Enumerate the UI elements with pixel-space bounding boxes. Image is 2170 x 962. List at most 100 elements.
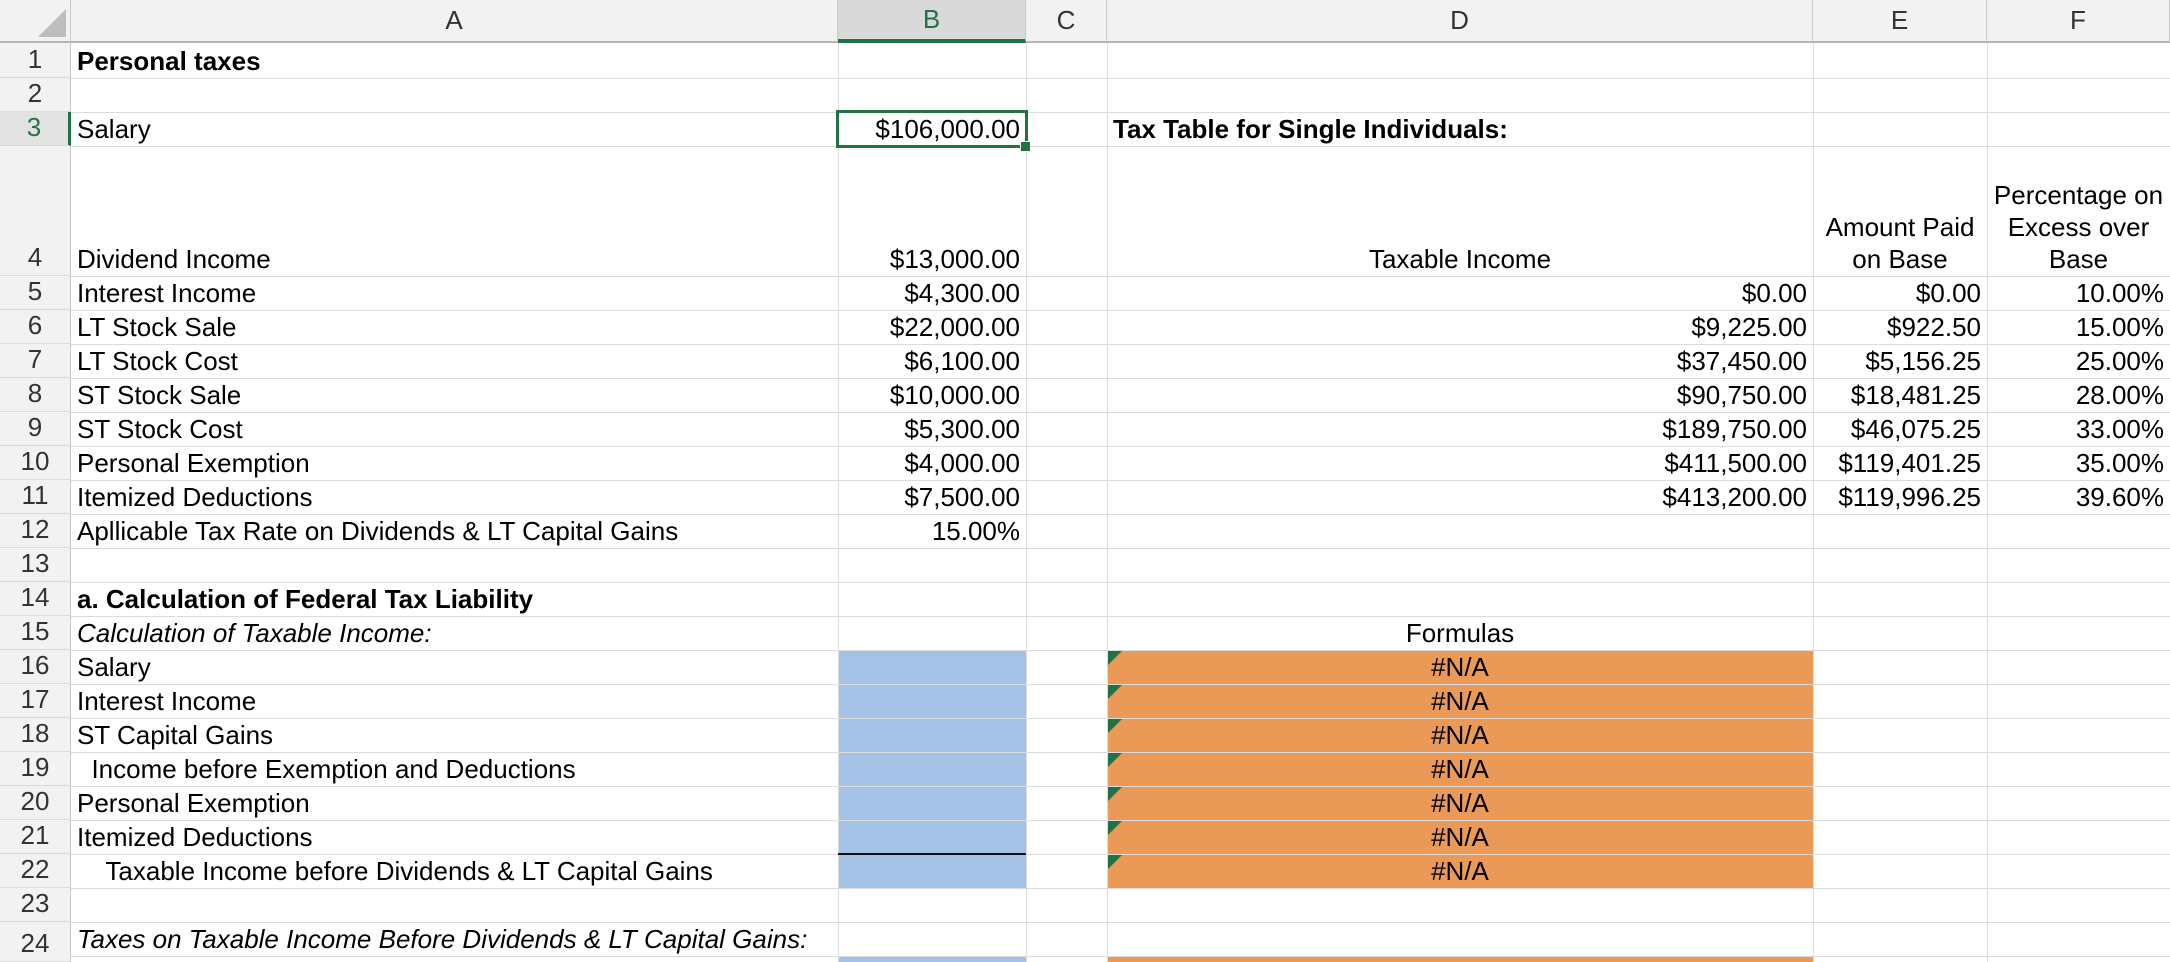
cell-a1[interactable]: Personal taxes (71, 43, 838, 78)
fill-handle[interactable] (1020, 141, 1031, 152)
tax-base[interactable]: $0.00 (1813, 276, 1987, 310)
row-header-14[interactable]: 14 (0, 582, 71, 616)
cell-a10[interactable]: Personal Exemption (71, 446, 838, 480)
row-header-20[interactable]: 20 (0, 786, 71, 820)
error-indicator-icon[interactable] (1108, 651, 1122, 665)
tax-income[interactable]: $0.00 (1107, 276, 1813, 310)
cell-b5[interactable]: $4,300.00 (838, 276, 1026, 310)
tax-base[interactable]: $46,075.25 (1813, 412, 1987, 446)
cell-b9[interactable]: $5,300.00 (838, 412, 1026, 446)
row-header-5[interactable]: 5 (0, 276, 71, 310)
column-header-d[interactable]: D (1107, 0, 1813, 43)
cell-a20[interactable]: Personal Exemption (71, 786, 838, 820)
row-header-19[interactable]: 19 (0, 752, 71, 786)
row-header-8[interactable]: 8 (0, 378, 71, 412)
cell-b7[interactable]: $6,100.00 (838, 344, 1026, 378)
cell-a14[interactable]: a. Calculation of Federal Tax Liability (71, 582, 838, 616)
row-header-18[interactable]: 18 (0, 718, 71, 752)
tax-pct[interactable]: 10.00% (1987, 276, 2170, 310)
cell-b4[interactable]: $13,000.00 (838, 146, 1026, 276)
tax-base[interactable]: $5,156.25 (1813, 344, 1987, 378)
error-indicator-icon[interactable] (1108, 855, 1122, 869)
row-header-12[interactable]: 12 (0, 514, 71, 548)
row-header-10[interactable]: 10 (0, 446, 71, 480)
cell-a16[interactable]: Salary (71, 650, 838, 684)
tax-pct[interactable]: 28.00% (1987, 378, 2170, 412)
cell-b8[interactable]: $10,000.00 (838, 378, 1026, 412)
row-header-23[interactable]: 23 (0, 888, 71, 922)
cell-a11[interactable]: Itemized Deductions (71, 480, 838, 514)
row-header-4[interactable]: 4 (0, 146, 71, 276)
tax-income[interactable]: $37,450.00 (1107, 344, 1813, 378)
row-header-7[interactable]: 7 (0, 344, 71, 378)
row-header-6[interactable]: 6 (0, 310, 71, 344)
column-header-e[interactable]: E (1813, 0, 1987, 43)
cell-a17[interactable]: Interest Income (71, 684, 838, 718)
error-indicator-icon[interactable] (1108, 685, 1122, 699)
tax-table-header-income[interactable]: Taxable Income (1107, 146, 1813, 276)
row-header-22[interactable]: 22 (0, 854, 71, 888)
cell-a19[interactable]: Income before Exemption and Deductions (71, 752, 838, 786)
row-header-1[interactable]: 1 (0, 43, 71, 78)
cell-b11[interactable]: $7,500.00 (838, 480, 1026, 514)
formula-cell[interactable]: #N/A (1107, 820, 1813, 854)
cell-a8[interactable]: ST Stock Sale (71, 378, 838, 412)
tax-base[interactable]: $119,996.25 (1813, 480, 1987, 514)
row-header-15[interactable]: 15 (0, 616, 71, 650)
cell-a6[interactable]: LT Stock Sale (71, 310, 838, 344)
row-header-9[interactable]: 9 (0, 412, 71, 446)
column-header-f[interactable]: F (1987, 0, 2170, 43)
cell-a22[interactable]: Taxable Income before Dividends & LT Cap… (71, 854, 838, 888)
formulas-header[interactable]: Formulas (1107, 616, 1813, 650)
formula-cell[interactable]: #N/A (1107, 650, 1813, 684)
tax-table-header-pct[interactable]: Percentage on Excess over Base (1987, 146, 2170, 276)
tax-table-title[interactable]: Tax Table for Single Individuals: (1107, 112, 1813, 146)
error-indicator-icon[interactable] (1108, 787, 1122, 801)
formula-cell[interactable]: #N/A (1107, 718, 1813, 752)
row-header-3[interactable]: 3 (0, 112, 71, 146)
cell-a24[interactable]: Taxes on Taxable Income Before Dividends… (71, 922, 971, 956)
tax-pct[interactable]: 33.00% (1987, 412, 2170, 446)
cell-a15[interactable]: Calculation of Taxable Income: (71, 616, 838, 650)
tax-table-header-base[interactable]: Amount Paid on Base (1813, 146, 1987, 276)
error-indicator-icon[interactable] (1108, 719, 1122, 733)
row-header-17[interactable]: 17 (0, 684, 71, 718)
formula-cell[interactable]: #N/A (1107, 786, 1813, 820)
column-header-c[interactable]: C (1026, 0, 1107, 43)
tax-income[interactable]: $189,750.00 (1107, 412, 1813, 446)
active-cell-selection[interactable] (836, 110, 1028, 148)
cell-b12[interactable]: 15.00% (838, 514, 1026, 548)
formula-cell[interactable]: #N/A (1107, 854, 1813, 888)
cell-a5[interactable]: Interest Income (71, 276, 838, 310)
cell-a18[interactable]: ST Capital Gains (71, 718, 838, 752)
cell-b6[interactable]: $22,000.00 (838, 310, 1026, 344)
error-indicator-icon[interactable] (1108, 821, 1122, 835)
cell-b10[interactable]: $4,000.00 (838, 446, 1026, 480)
tax-pct[interactable]: 15.00% (1987, 310, 2170, 344)
row-header-13[interactable]: 13 (0, 548, 71, 582)
row-header-16[interactable]: 16 (0, 650, 71, 684)
cell-a21[interactable]: Itemized Deductions (71, 820, 838, 854)
column-header-b[interactable]: B (838, 0, 1026, 43)
tax-income[interactable]: $413,200.00 (1107, 480, 1813, 514)
cell-a9[interactable]: ST Stock Cost (71, 412, 838, 446)
tax-base[interactable]: $119,401.25 (1813, 446, 1987, 480)
tax-pct[interactable]: 35.00% (1987, 446, 2170, 480)
row-header-11[interactable]: 11 (0, 480, 71, 514)
cell-a12[interactable]: Apllicable Tax Rate on Dividends & LT Ca… (71, 514, 838, 548)
tax-base[interactable]: $18,481.25 (1813, 378, 1987, 412)
tax-income[interactable]: $411,500.00 (1107, 446, 1813, 480)
row-header-24[interactable]: 24 (0, 922, 71, 962)
row-header-21[interactable]: 21 (0, 820, 71, 854)
formula-cell[interactable]: #N/A (1107, 684, 1813, 718)
row-header-2[interactable]: 2 (0, 78, 71, 112)
formula-cell[interactable]: #N/A (1107, 752, 1813, 786)
cell-a7[interactable]: LT Stock Cost (71, 344, 838, 378)
column-header-a[interactable]: A (71, 0, 838, 43)
cell-a3[interactable]: Salary (71, 112, 838, 146)
tax-base[interactable]: $922.50 (1813, 310, 1987, 344)
tax-pct[interactable]: 25.00% (1987, 344, 2170, 378)
spreadsheet[interactable]: A B C D E F 1 2 3 4 5 6 7 8 9 10 11 12 1… (0, 0, 2170, 962)
tax-income[interactable]: $9,225.00 (1107, 310, 1813, 344)
select-all-button[interactable] (0, 0, 71, 43)
